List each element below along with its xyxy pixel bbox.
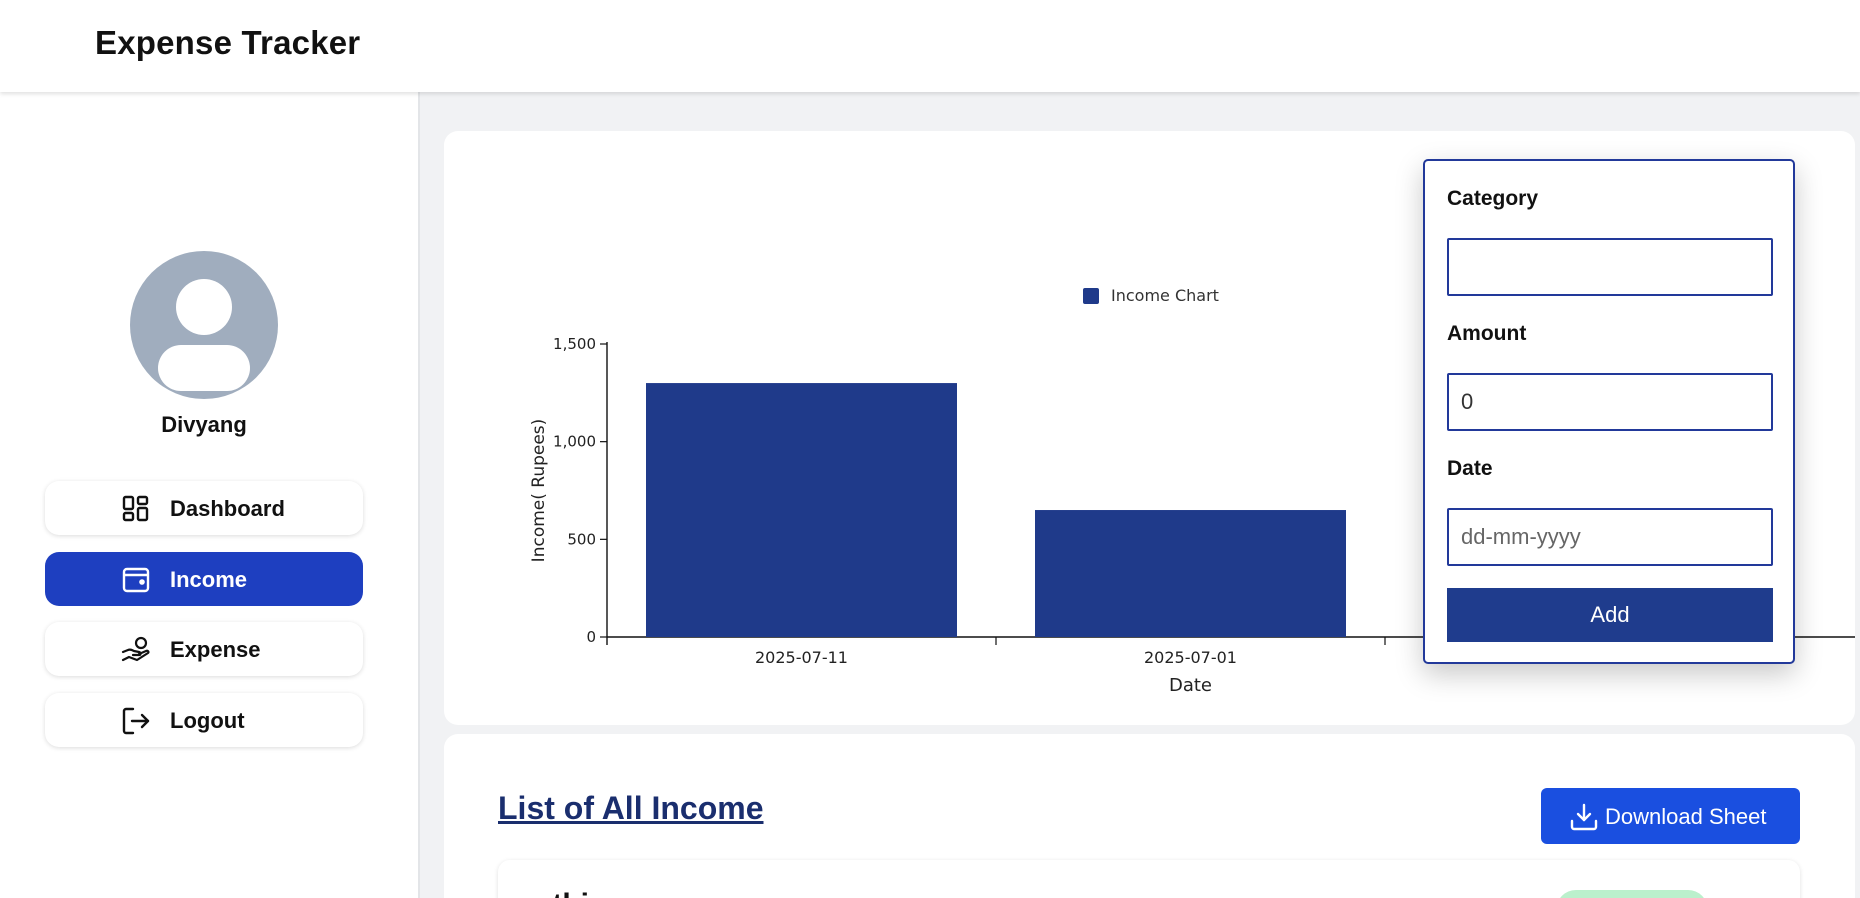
sidebar-item-expense[interactable]: Expense <box>45 622 363 676</box>
x-tick-label: 2025-07-01 <box>1144 648 1237 667</box>
sidebar-item-income[interactable]: Income <box>45 552 363 606</box>
amount-input[interactable] <box>1447 373 1773 431</box>
amount-label: Amount <box>1447 322 1527 345</box>
y-axis-label: Income( Rupees) <box>529 419 549 563</box>
sidebar-item-label: Expense <box>170 637 261 662</box>
list-item-title: othi... <box>534 888 614 898</box>
avatar-body <box>158 345 250 391</box>
legend-label: Income Chart <box>1111 286 1219 305</box>
income-list-card: List of All Income Download Sheet othi..… <box>444 734 1855 898</box>
legend-swatch <box>1083 288 1099 304</box>
sidebar-item-dashboard[interactable]: Dashboard <box>45 481 363 535</box>
date-label: Date <box>1447 457 1493 480</box>
username: Divyang <box>161 412 247 437</box>
status-badge <box>1556 890 1708 898</box>
dashboard-icon <box>122 495 149 522</box>
hand-coins-icon <box>121 636 150 662</box>
sidebar: Divyang Dashboard Income Expense Logout <box>0 92 420 898</box>
sidebar-item-label: Income <box>170 567 248 592</box>
x-tick-label: 2025-07-11 <box>755 648 848 667</box>
avatar-head <box>176 279 232 335</box>
list-title: List of All Income <box>498 790 764 826</box>
y-tick-label: 0 <box>586 628 596 646</box>
add-income-form: Category Amount Date Add <box>1423 159 1795 664</box>
download-icon <box>1570 803 1598 831</box>
add-button[interactable]: Add <box>1447 588 1773 642</box>
y-tick-label: 1,500 <box>553 335 596 353</box>
download-sheet-label: Download Sheet <box>1605 804 1767 829</box>
list-item[interactable]: othi... <box>498 860 1800 898</box>
avatar <box>130 251 278 399</box>
bar-2025-07-01 <box>1035 510 1346 637</box>
wallet-icon <box>122 567 150 593</box>
x-axis-label: Date <box>1169 675 1212 696</box>
y-tick-label: 1,000 <box>553 433 596 451</box>
sidebar-item-logout[interactable]: Logout <box>45 693 363 747</box>
category-input[interactable] <box>1447 238 1773 296</box>
bar-2025-07-11 <box>646 383 957 637</box>
date-input[interactable] <box>1447 508 1773 566</box>
logout-icon <box>122 707 150 735</box>
top-bar: Expense Tracker <box>0 0 1860 92</box>
category-label: Category <box>1447 187 1539 210</box>
sidebar-item-label: Dashboard <box>170 496 285 521</box>
sidebar-item-label: Logout <box>170 708 245 733</box>
app-title: Expense Tracker <box>95 24 361 61</box>
y-tick-label: 500 <box>567 530 596 548</box>
download-sheet-button[interactable]: Download Sheet <box>1541 788 1800 844</box>
